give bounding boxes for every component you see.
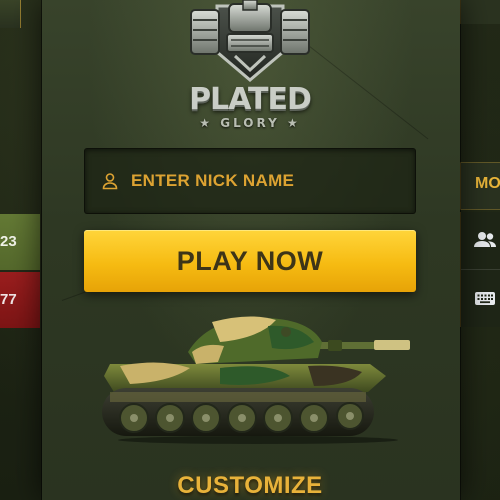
game-logo: PLATED ★ GLORY ★: [187, 0, 313, 140]
game-mode-tab[interactable]: MO: [460, 162, 500, 210]
tank-preview[interactable]: [100, 312, 416, 444]
customize-button[interactable]: CUSTOMIZE: [160, 472, 340, 500]
logo-subtitle: ★ GLORY ★: [199, 116, 301, 130]
right-panel-divider: [461, 269, 500, 270]
play-now-button[interactable]: PLAY NOW: [84, 230, 416, 292]
nickname-field[interactable]: [84, 148, 416, 214]
players-icon[interactable]: [471, 226, 499, 254]
game-mode-label: MO: [475, 175, 500, 192]
green-team-score: 23: [0, 214, 40, 270]
right-button-panel: [460, 212, 500, 327]
logo-title: PLATED: [189, 82, 312, 117]
user-icon: [102, 173, 118, 190]
left-panel-corner: [0, 0, 21, 28]
panel-texture: [301, 40, 429, 140]
keyboard-icon[interactable]: [471, 284, 499, 312]
tank-emblem-icon: [190, 0, 310, 82]
nickname-input[interactable]: [129, 170, 415, 192]
red-team-score: 77: [0, 272, 40, 328]
right-panel-corner: [460, 0, 500, 24]
